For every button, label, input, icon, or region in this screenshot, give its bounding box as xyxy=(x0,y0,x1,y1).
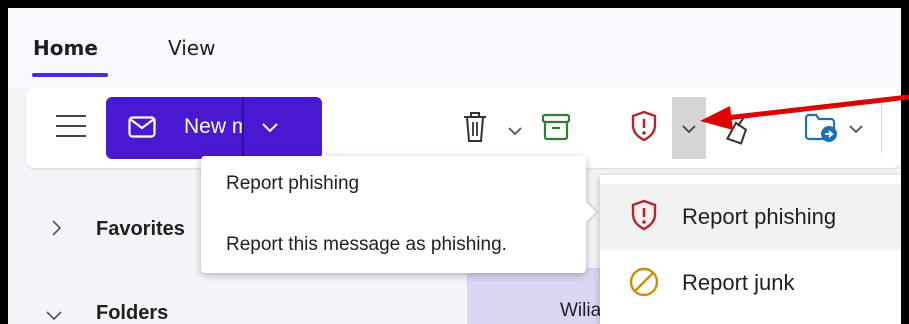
shield-warning-icon xyxy=(631,199,657,231)
mail-envelope-icon xyxy=(128,116,156,138)
ribbon-tab-bar: Home View xyxy=(8,8,901,88)
tab-selected-indicator xyxy=(32,73,108,77)
report-dropdown-button[interactable] xyxy=(672,97,706,159)
move-dropdown-chevron-icon[interactable] xyxy=(849,125,863,134)
menu-item-label: Report phishing xyxy=(682,204,837,229)
report-dropdown-menu: Report phishing Report junk xyxy=(600,175,901,324)
chevron-down-icon[interactable] xyxy=(46,311,62,321)
chevron-down-icon xyxy=(262,123,278,133)
tab-home[interactable]: Home xyxy=(33,36,98,60)
archive-icon[interactable] xyxy=(541,113,571,141)
tooltip-title: Report phishing xyxy=(226,173,360,194)
tooltip-pointer xyxy=(586,202,596,222)
report-shield-icon[interactable] xyxy=(630,110,658,142)
nav-folders[interactable]: Folders xyxy=(96,302,168,324)
chevron-down-icon xyxy=(682,125,696,134)
report-phishing-tooltip: Report phishing Report this message as p… xyxy=(201,156,596,273)
nav-favorites[interactable]: Favorites xyxy=(96,218,185,241)
trash-dropdown-chevron-icon[interactable] xyxy=(508,127,522,136)
trash-icon[interactable] xyxy=(462,110,488,144)
menu-item-report-phishing[interactable]: Report phishing xyxy=(600,184,901,250)
new-mail-dropdown-button[interactable] xyxy=(244,97,298,159)
menu-item-label: Report junk xyxy=(682,270,795,295)
tab-view[interactable]: View xyxy=(168,36,215,60)
hamburger-menu-icon[interactable] xyxy=(56,115,86,137)
sweep-icon[interactable] xyxy=(716,106,758,148)
blocked-circle-icon xyxy=(629,267,659,297)
ribbon-divider xyxy=(881,103,882,153)
chevron-right-icon[interactable] xyxy=(52,220,62,236)
move-to-folder-icon[interactable] xyxy=(804,112,840,144)
tooltip-description: Report this message as phishing. xyxy=(226,234,507,255)
outlook-window: Home View New mail Favorites Folders Wil… xyxy=(8,8,901,324)
menu-item-report-junk[interactable]: Report junk xyxy=(600,250,901,316)
